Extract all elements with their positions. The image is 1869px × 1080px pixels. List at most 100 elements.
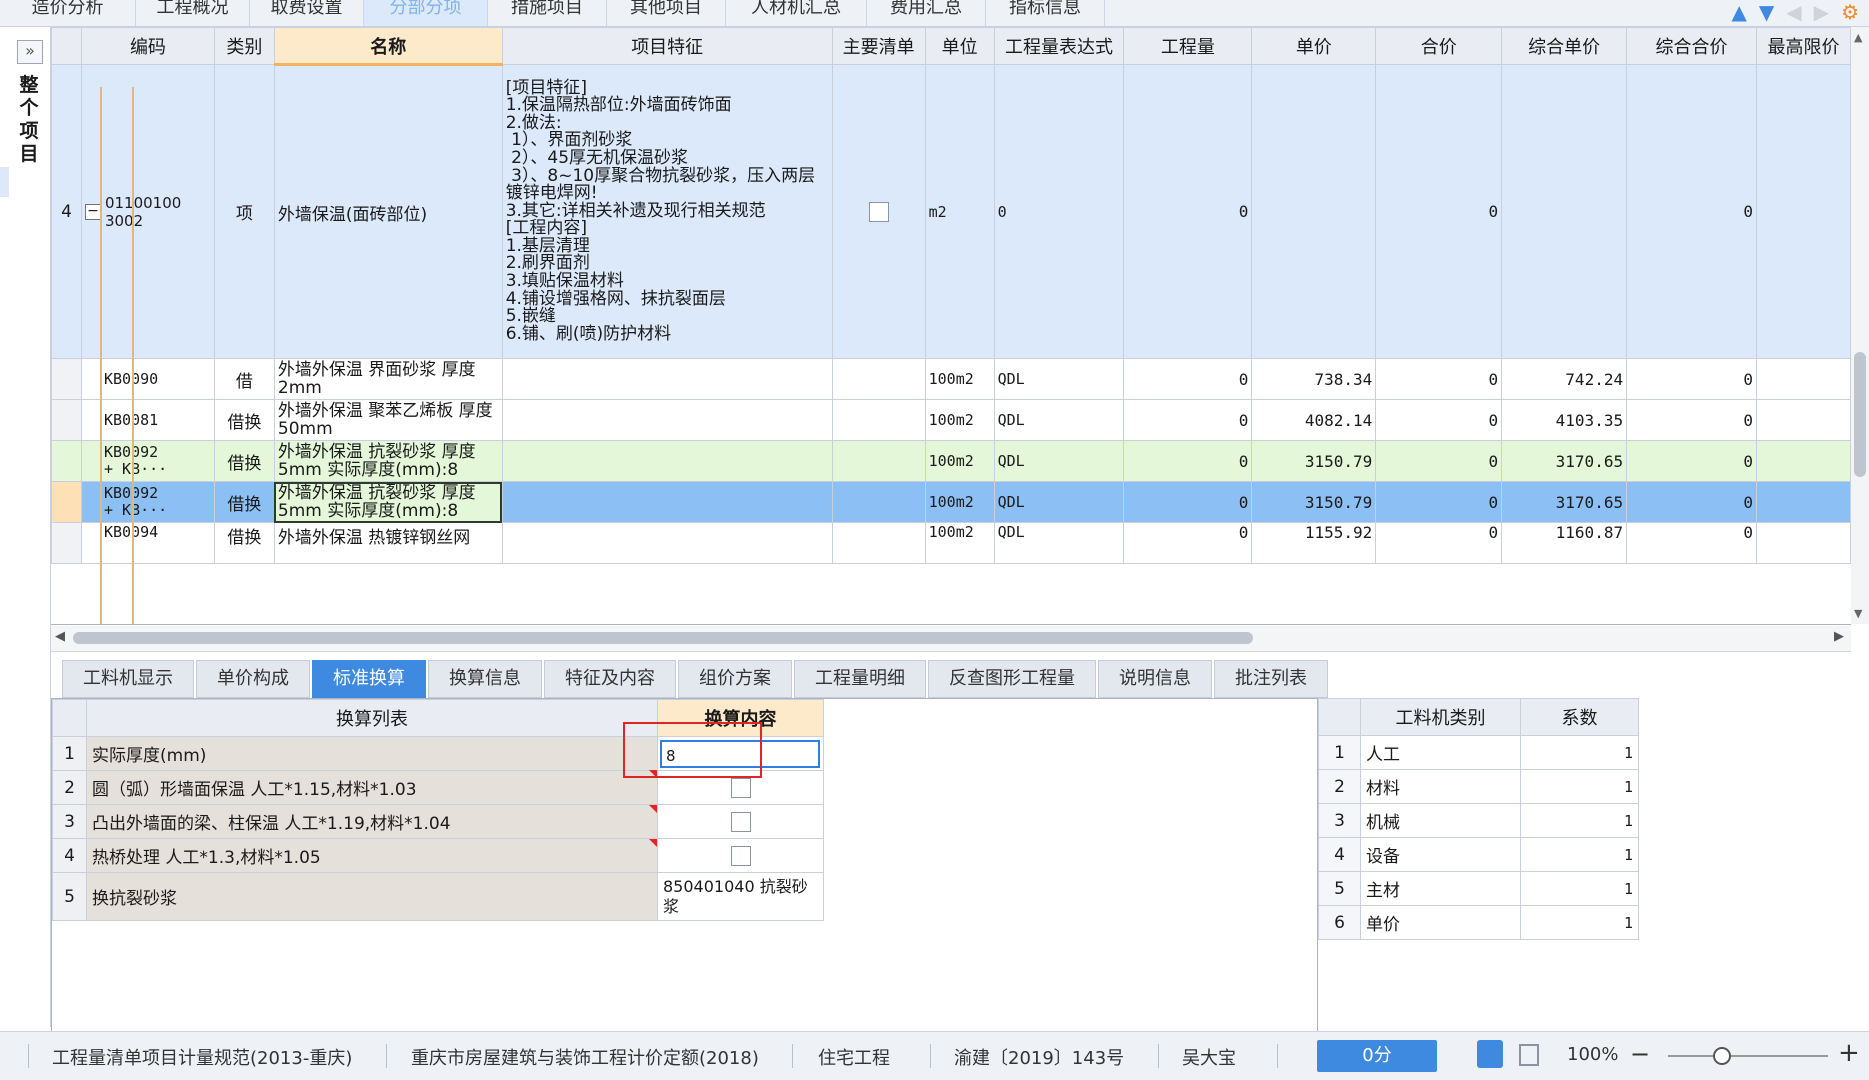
- comp-total-cell[interactable]: 0: [1626, 399, 1757, 441]
- feature-cell[interactable]: [501, 522, 833, 564]
- type-cell[interactable]: 借: [213, 358, 275, 400]
- arrow-left-icon[interactable]: ◀: [1786, 0, 1801, 24]
- table-row-selected[interactable]: KB0092 + KB··· 借换 外墙外保温 抗裂砂浆 厚度5mm 实际厚度(…: [51, 481, 1851, 523]
- type-cell[interactable]: 项: [213, 64, 275, 359]
- status-user[interactable]: 吴大宝: [1182, 1044, 1236, 1070]
- unit-cell[interactable]: 100m2: [924, 481, 995, 523]
- coefficient-row[interactable]: 6 单价 1: [1318, 905, 1639, 940]
- comp-total-cell[interactable]: 0: [1626, 481, 1757, 523]
- header-feature[interactable]: 项目特征: [501, 27, 833, 65]
- max-price-cell[interactable]: [1755, 481, 1851, 523]
- beam-column-checkbox[interactable]: [730, 811, 751, 832]
- main-list-cell[interactable]: [831, 440, 926, 482]
- name-cell-focused[interactable]: 外墙外保温 抗裂砂浆 厚度5mm 实际厚度(mm):8: [273, 481, 503, 523]
- max-price-cell[interactable]: [1755, 358, 1851, 400]
- unit-price-cell[interactable]: 3150.79: [1251, 440, 1377, 482]
- feature-cell[interactable]: [501, 358, 833, 400]
- header-comp-total[interactable]: 综合合价: [1626, 27, 1757, 65]
- tab-cost-analysis[interactable]: 造价分析: [0, 0, 136, 26]
- comp-unit-price-cell[interactable]: [1501, 64, 1628, 359]
- name-cell[interactable]: 外墙保温(面砖部位): [273, 64, 503, 359]
- tab-itemized[interactable]: 分部分项: [364, 0, 488, 26]
- header-qty-expression[interactable]: 工程量表达式: [993, 27, 1125, 65]
- type-cell[interactable]: 借换: [213, 399, 275, 441]
- total-cell[interactable]: 0: [1375, 481, 1503, 523]
- coefficient-row[interactable]: 5 主材 1: [1318, 871, 1639, 906]
- name-cell[interactable]: 外墙外保温 界面砂浆 厚度2mm: [273, 358, 503, 400]
- header-unit[interactable]: 单位: [924, 27, 995, 65]
- table-row[interactable]: KB0090 借 外墙外保温 界面砂浆 厚度2mm 100m2 QDL 0 73…: [51, 358, 1851, 400]
- arc-wall-checkbox[interactable]: [730, 777, 751, 798]
- tab-description-info[interactable]: 说明信息: [1098, 660, 1212, 698]
- unit-price-cell[interactable]: 3150.79: [1251, 481, 1377, 523]
- conversion-value-cell[interactable]: [657, 838, 824, 873]
- header-total[interactable]: 合价: [1375, 27, 1503, 65]
- total-cell[interactable]: 0: [1375, 358, 1503, 400]
- main-list-cell[interactable]: [831, 399, 926, 441]
- factor-cell[interactable]: 1: [1520, 837, 1639, 872]
- main-list-cell[interactable]: [831, 358, 926, 400]
- zoom-slider-handle[interactable]: [1713, 1047, 1731, 1065]
- conversion-row[interactable]: 1 实际厚度(mm) 8: [52, 736, 824, 771]
- conversion-value-cell[interactable]: [657, 804, 824, 839]
- arrow-right-icon[interactable]: ▶: [1814, 0, 1829, 24]
- qty-cell[interactable]: 0: [1123, 358, 1253, 400]
- tab-quantity-detail[interactable]: 工程量明细: [794, 660, 926, 698]
- unit-price-cell[interactable]: 1155.92: [1251, 522, 1377, 564]
- header-unit-price[interactable]: 单价: [1251, 27, 1377, 65]
- collapse-icon[interactable]: −: [84, 203, 101, 220]
- conversion-row[interactable]: 2 圆（弧）形墙面保温 人工*1.15,材料*1.03: [52, 770, 824, 805]
- max-price-cell[interactable]: [1755, 440, 1851, 482]
- coefficient-row[interactable]: 4 设备 1: [1318, 837, 1639, 872]
- header-main-list[interactable]: 主要清单: [831, 27, 926, 65]
- tab-index-info[interactable]: 指标信息: [986, 0, 1105, 26]
- tab-fee-settings[interactable]: 取费设置: [250, 0, 364, 26]
- status-project-type[interactable]: 住宅工程: [818, 1044, 890, 1070]
- expr-cell[interactable]: QDL: [993, 481, 1125, 523]
- tab-labor-material-summary[interactable]: 人材机汇总: [726, 0, 867, 26]
- qty-cell[interactable]: 0: [1123, 481, 1253, 523]
- total-cell[interactable]: 0: [1375, 440, 1503, 482]
- settings-icon[interactable]: ⚙: [1841, 0, 1859, 24]
- status-document[interactable]: 渝建〔2019〕143号: [954, 1044, 1124, 1070]
- zoom-in-icon[interactable]: +: [1838, 1038, 1860, 1068]
- tab-reverse-graphic-quantity[interactable]: 反查图形工程量: [928, 660, 1096, 698]
- vertical-scroll-thumb[interactable]: [1854, 352, 1866, 477]
- unit-price-cell[interactable]: 4082.14: [1251, 399, 1377, 441]
- expand-panel-button[interactable]: »: [17, 40, 43, 64]
- expr-cell[interactable]: QDL: [993, 440, 1125, 482]
- conversion-value-cell[interactable]: 8: [657, 736, 824, 771]
- vertical-scrollbar[interactable]: ▲ ▼: [1851, 27, 1869, 624]
- whole-project-label[interactable]: 整个项目: [16, 74, 42, 166]
- thermal-bridge-checkbox[interactable]: [730, 845, 751, 866]
- unit-price-cell[interactable]: [1251, 64, 1377, 359]
- total-cell[interactable]: 0: [1375, 522, 1503, 564]
- header-code[interactable]: 编码: [80, 27, 215, 65]
- conversion-value-cell[interactable]: [657, 770, 824, 805]
- header-name[interactable]: 名称: [273, 27, 503, 66]
- total-cell[interactable]: 0: [1375, 399, 1503, 441]
- comp-total-cell[interactable]: 0: [1626, 522, 1757, 564]
- factor-cell[interactable]: 1: [1520, 769, 1639, 804]
- type-cell[interactable]: 借换: [213, 522, 275, 564]
- table-row-main-item[interactable]: 4 −01100100 3002 项 外墙保温(面砖部位) [项目特征] 1.保…: [51, 64, 1851, 359]
- scroll-right-icon[interactable]: ▶: [1834, 629, 1844, 644]
- status-quota[interactable]: 重庆市房屋建筑与装饰工程计价定额(2018): [411, 1044, 759, 1070]
- comp-unit-price-cell[interactable]: 742.24: [1501, 358, 1628, 400]
- move-down-icon[interactable]: ▼: [1759, 0, 1774, 24]
- qty-cell[interactable]: 0: [1123, 522, 1253, 564]
- comp-unit-price-cell[interactable]: 3170.65: [1501, 481, 1628, 523]
- factor-cell[interactable]: 1: [1520, 803, 1639, 838]
- main-list-cell[interactable]: [831, 64, 926, 359]
- main-list-cell[interactable]: [831, 481, 926, 523]
- expr-cell[interactable]: QDL: [993, 399, 1125, 441]
- qty-cell[interactable]: 0: [1123, 440, 1253, 482]
- expr-cell[interactable]: QDL: [993, 522, 1125, 564]
- tab-conversion-info[interactable]: 换算信息: [428, 660, 542, 698]
- unit-cell[interactable]: 100m2: [924, 440, 995, 482]
- tab-project-overview[interactable]: 工程概况: [136, 0, 250, 26]
- horizontal-scroll-thumb[interactable]: [73, 632, 1253, 644]
- coefficient-row[interactable]: 3 机械 1: [1318, 803, 1639, 838]
- max-price-cell[interactable]: [1755, 64, 1851, 359]
- total-cell[interactable]: 0: [1375, 64, 1503, 359]
